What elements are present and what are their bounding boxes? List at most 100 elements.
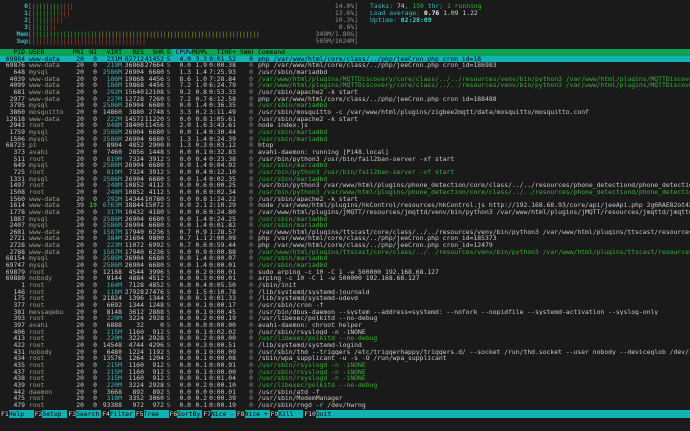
cell-s: S <box>164 289 173 296</box>
cell-time: 0:05.50 <box>207 282 236 289</box>
process-row-3795[interactable]: 3795mysql2002586M269046680S0.01.40:36.35… <box>0 102 690 109</box>
cell-pid: 2977 <box>0 96 25 103</box>
fkey-kill[interactable]: F9Kill <box>270 410 304 418</box>
column-header-ni[interactable]: NI <box>84 49 97 56</box>
fkey-tree[interactable]: F5Tree <box>135 410 169 418</box>
process-row-373[interactable]: 373avahi200746028561448S0.00.10:32.830av… <box>0 149 690 156</box>
process-row-2721[interactable]: 2721www-data200384M216049800S0.71.12:00.… <box>0 235 690 242</box>
cell-virt: 219M <box>97 62 122 69</box>
process-row-2407[interactable]: 2407mysql2002586M269046680S0.01.40:01.82… <box>0 222 690 229</box>
cell-pri: 20 <box>70 96 84 103</box>
process-row-648[interactable]: 648mysql2002586M269046680S1.31.47:25.930… <box>0 69 690 76</box>
cell-user: mysql <box>25 176 70 183</box>
fkey-nice-[interactable]: F8Nice + <box>236 410 270 418</box>
process-row-2943[interactable]: 2943root200948M3840011456S2.01.63:43.610… <box>0 122 690 129</box>
cell-mem: 0.8 <box>191 196 207 203</box>
cell-time: 0:00.17 <box>207 302 236 309</box>
column-header-pid[interactable]: PID <box>0 49 25 56</box>
process-row-69864[interactable]: 69864www-data200231M6271241452S4.03.30:0… <box>0 56 690 63</box>
cell-cpu: 1.3 <box>173 136 191 143</box>
cell-user: root <box>25 282 70 289</box>
cell-swap: 0 <box>236 229 253 236</box>
process-row-68154[interactable]: 68154mysql2002586M269046680S0.01.40:00.0… <box>0 255 690 262</box>
process-row-12618[interactable]: 12618www-data200222M1457211220S0.00.81:0… <box>0 116 690 123</box>
process-row-2681[interactable]: 2681www-data2001587M179406236S0.70.91:28… <box>0 229 690 236</box>
process-row-69880[interactable]: 69880nobody200914448844512S0.00.30:00.01… <box>0 275 690 282</box>
fkey-setup[interactable]: F2Setup <box>34 410 68 418</box>
process-row-434[interactable]: 434root2001357612641204S0.00.10:00.080/s… <box>0 355 690 362</box>
process-row-1560[interactable]: 1560www-data200292M1434410780S0.00.81:24… <box>0 196 690 203</box>
fkey-quit[interactable]: F10Quit <box>303 410 341 418</box>
process-row-393[interactable]: 393root200220M32242928S0.00.20:00.190/us… <box>0 315 690 322</box>
cell-res: 26904 <box>122 262 144 269</box>
cell-res: 7324 <box>122 156 144 163</box>
fkey-help[interactable]: F1Help <box>0 410 34 418</box>
process-row-442[interactable]: 442daemon2003668892892S0.00.00:00.010/us… <box>0 389 690 396</box>
process-row-1497[interactable]: 1497root200248M108524112S0.00.60:00.250/… <box>0 182 690 189</box>
column-header-mem[interactable]: MEM% <box>191 49 207 56</box>
cell-shr: 2888 <box>144 309 164 316</box>
process-row-479[interactable]: 479root20093388972972S0.00.10:00.190/usr… <box>0 402 690 409</box>
process-row-1759[interactable]: 1759mysql2002586M269046680S0.01.40:30.44… <box>0 129 690 136</box>
process-row-439[interactable]: 439root200220M32242928S0.00.20:00.100/us… <box>0 382 690 389</box>
process-row-431[interactable]: 431nobody200648012241192S0.00.10:00.090/… <box>0 349 690 356</box>
process-row-381[interactable]: 381messagebu200814836122888S0.00.10:00.4… <box>0 309 690 316</box>
column-header-pri[interactable]: PRI <box>70 49 84 56</box>
process-row-649[interactable]: 649mysql2002586M269046680S0.01.40:04.920… <box>0 162 690 169</box>
cell-time: 0:36.35 <box>207 102 236 109</box>
process-row-2977[interactable]: 2977www-data200227M127287260S7.20.76:12.… <box>0 96 690 103</box>
column-header-shr[interactable]: SHR <box>144 49 164 56</box>
process-row-438[interactable]: 438root200215M1160912S0.00.10:01.040/usr… <box>0 375 690 382</box>
process-row-4039[interactable]: 4039www-data200186M198684456S8.61.07:28.… <box>0 76 690 83</box>
process-row-2728[interactable]: 2728www-data200223M110726992S0.70.60:59.… <box>0 242 690 249</box>
column-header-swap[interactable]: SWAP <box>236 49 253 56</box>
process-row-1331[interactable]: 1331mysql2002586M269046680S0.01.40:02.35… <box>0 176 690 183</box>
cell-user: avahi <box>25 322 70 329</box>
process-row-4099[interactable]: 4099www-data200186M198684456S7.21.06:24.… <box>0 82 690 89</box>
column-header-cpu[interactable]: CPU% <box>173 49 191 56</box>
process-row-69876[interactable]: 69876www-data200219M3686827664S0.01.90:0… <box>0 62 690 69</box>
process-row-511[interactable]: 511root200819M73243912S0.00.40:23.380/us… <box>0 156 690 163</box>
header-area: 0[||||||||||||14.0%]1[|||||||||||13.6%]2… <box>0 0 690 46</box>
process-row-1614[interactable]: 1614www-data39196763M3884415072S0.02.12:… <box>0 202 690 209</box>
process-row-1508[interactable]: 1508root200248M108524112S0.00.60:02.340/… <box>0 189 690 196</box>
column-header-cmd[interactable]: Command <box>253 49 690 56</box>
process-row-1887[interactable]: 1887mysql2002586M269046680S0.01.40:24.25… <box>0 216 690 223</box>
process-row-68723[interactable]: 68723pi200890448522900R1.30.30:03.120hto… <box>0 142 690 149</box>
meter-bar: ||||||||||||||||||||||||||||||||||||||||… <box>32 31 354 38</box>
process-row-725[interactable]: 725root200819M73243912S0.00.40:12.100/us… <box>0 169 690 176</box>
cell-virt: 2586M <box>97 69 122 76</box>
process-row-437[interactable]: 437root200215M1160912S0.00.10:00.000/usr… <box>0 369 690 376</box>
process-row-2788[interactable]: 2788www-data2001587M179406236S0.00.90:00… <box>0 249 690 256</box>
cell-cpu: 0.0 <box>173 116 191 123</box>
column-header-s[interactable]: S <box>164 49 173 56</box>
column-header-virt[interactable]: VIRT <box>97 49 122 56</box>
process-row-475[interactable]: 475root200318M33523060S0.00.20:00.390/us… <box>0 395 690 402</box>
process-row-435[interactable]: 435root200215M1160912S0.00.10:00.910/usr… <box>0 362 690 369</box>
process-row-406[interactable]: 406root200215M1160912S0.00.10:02.020/usr… <box>0 329 690 336</box>
process-row-681[interactable]: 681www-data200292M1564012108S9.20.80:53.… <box>0 89 690 96</box>
process-row-175[interactable]: 175root2002182413961344S0.00.10:01.330/l… <box>0 295 690 302</box>
process-row-377[interactable]: 377root200669213441248S0.00.10:00.170/us… <box>0 302 690 309</box>
process-row-1506[interactable]: 1506mysql2002586M269046680S1.31.40:24.39… <box>0 136 690 143</box>
process-row-1778[interactable]: 1778www-data200317M104324180S0.00.60:24.… <box>0 209 690 216</box>
fkey-nice-[interactable]: F7Nice - <box>202 410 236 418</box>
process-row-69747[interactable]: 69747mysql2002586M269046680S0.01.40:00.0… <box>0 262 690 269</box>
cell-mem: 1.4 <box>191 69 207 76</box>
column-header-time[interactable]: TIME+ <box>207 49 236 56</box>
cell-cmd: /var/www/html/plugins/ttscast/core/class… <box>253 249 690 256</box>
process-row-69879[interactable]: 69879root2001216845443996S0.00.20:00.010… <box>0 269 690 276</box>
fkey-search[interactable]: F3Search <box>67 410 101 418</box>
process-row-397[interactable]: 397avahi2006888320S0.00.00:00.000avahi-d… <box>0 322 690 329</box>
column-header-res[interactable]: RES <box>122 49 144 56</box>
fkey-sortby[interactable]: F6SortBy <box>169 410 203 418</box>
table-header: PIDUSERPRI NI VIRT RES SHRSCPU%MEM% TIME… <box>0 49 690 56</box>
process-row-146[interactable]: 146root200118M2792827476S0.01.50:10.780/… <box>0 289 690 296</box>
fkey-filter[interactable]: F4Filter <box>101 410 135 418</box>
process-row-1[interactable]: 1root200164M71284852S0.00.40:05.500/sbin… <box>0 282 690 289</box>
process-row-422[interactable]: 422root2001454847444296S0.00.30:00.510/l… <box>0 342 690 349</box>
process-row-413[interactable]: 413root200220M32242928S0.00.20:00.000/us… <box>0 335 690 342</box>
cell-s: S <box>164 129 173 136</box>
process-row-3860[interactable]: 3860mosquitto2001486038802748S3.30.23:11… <box>0 109 690 116</box>
column-header-user[interactable]: USER <box>25 49 70 56</box>
